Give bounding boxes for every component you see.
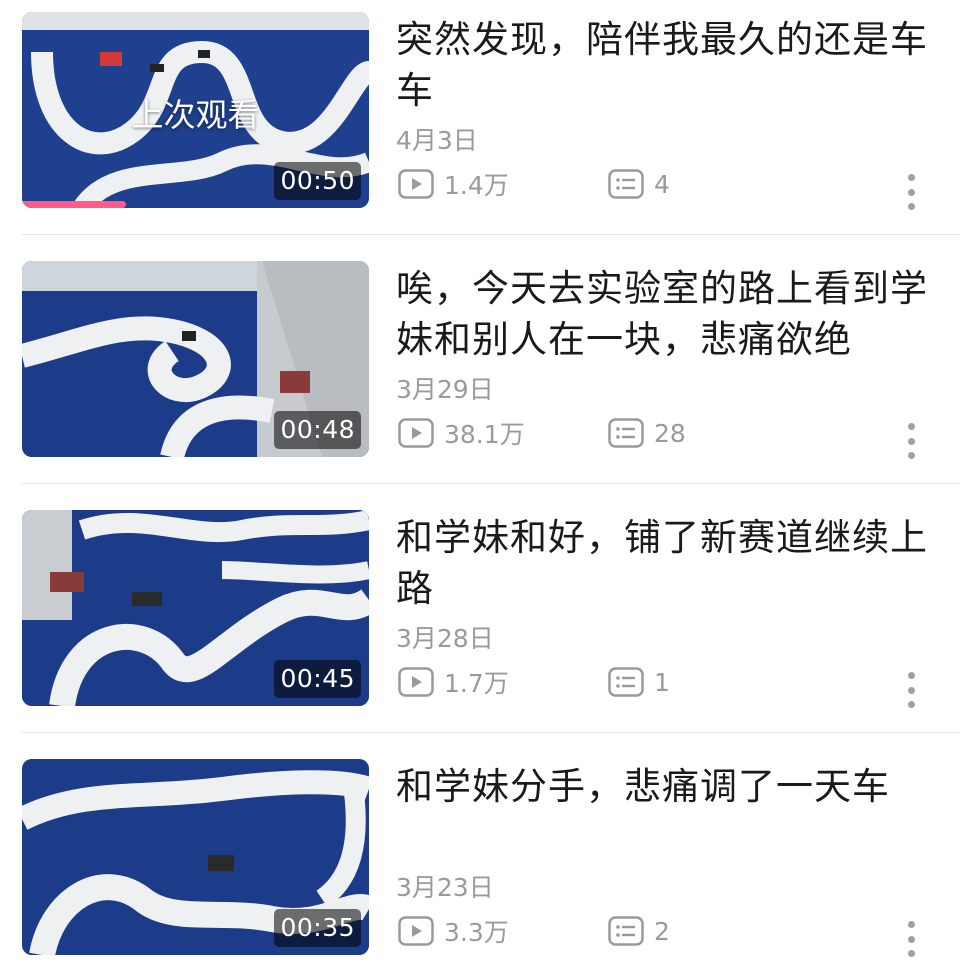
comment-icon xyxy=(608,916,644,946)
more-vertical-icon[interactable] xyxy=(897,921,925,957)
video-thumbnail[interactable]: 00:48 xyxy=(22,261,369,457)
video-thumbnail[interactable]: 00:35 xyxy=(22,759,369,955)
video-duration: 00:48 xyxy=(274,411,361,449)
view-count-value: 3.3万 xyxy=(444,918,509,947)
video-title[interactable]: 和学妹分手，悲痛调了一天车 xyxy=(396,761,936,812)
play-icon xyxy=(398,169,434,199)
comment-count: 28 xyxy=(608,415,686,451)
video-thumbnail[interactable]: 上次观看 00:50 xyxy=(22,12,369,208)
video-title[interactable]: 和学妹和好，铺了新赛道继续上 路 xyxy=(396,512,936,614)
view-count-value: 1.7万 xyxy=(444,669,509,698)
view-count: 1.7万 xyxy=(398,664,509,700)
comment-count: 2 xyxy=(608,913,670,949)
watch-progress-bar xyxy=(22,201,127,208)
video-item[interactable]: 00:48 唉，今天去实验室的路上看到学 妹和别人在一块，悲痛欲绝 3月29日 … xyxy=(0,249,960,498)
video-duration: 00:35 xyxy=(274,909,361,947)
video-date: 3月28日 xyxy=(396,624,494,653)
video-item[interactable]: 00:45 和学妹和好，铺了新赛道继续上 路 3月28日 1.7万 1 xyxy=(0,498,960,747)
more-vertical-icon[interactable] xyxy=(897,672,925,708)
video-date: 3月23日 xyxy=(396,873,494,902)
play-icon xyxy=(398,418,434,448)
divider xyxy=(22,234,960,235)
play-icon xyxy=(398,916,434,946)
comment-count-value: 4 xyxy=(654,169,670,199)
view-count-value: 38.1万 xyxy=(444,420,525,449)
comment-icon xyxy=(608,169,644,199)
view-count: 38.1万 xyxy=(398,415,525,451)
comment-icon xyxy=(608,418,644,448)
more-vertical-icon[interactable] xyxy=(897,174,925,210)
video-duration: 00:45 xyxy=(274,660,361,698)
comment-count-value: 1 xyxy=(654,667,670,697)
view-count: 3.3万 xyxy=(398,913,509,949)
video-title[interactable]: 唉，今天去实验室的路上看到学 妹和别人在一块，悲痛欲绝 xyxy=(396,263,936,365)
video-thumbnail[interactable]: 00:45 xyxy=(22,510,369,706)
comment-count: 1 xyxy=(608,664,670,700)
divider xyxy=(22,483,960,484)
comment-count: 4 xyxy=(608,166,670,202)
divider xyxy=(22,732,960,733)
video-item[interactable]: 上次观看 00:50 突然发现，陪伴我最久的还是车 车 4月3日 1.4万 4 xyxy=(0,0,960,249)
video-list: 上次观看 00:50 突然发现，陪伴我最久的还是车 车 4月3日 1.4万 4 xyxy=(0,0,960,972)
comment-count-value: 2 xyxy=(654,916,670,946)
comment-icon xyxy=(608,667,644,697)
video-item[interactable]: 00:35 和学妹分手，悲痛调了一天车 3月23日 3.3万 2 xyxy=(0,747,960,972)
video-date: 4月3日 xyxy=(396,126,478,155)
last-watched-label: 上次观看 xyxy=(131,96,260,134)
video-date: 3月29日 xyxy=(396,375,494,404)
video-duration: 00:50 xyxy=(274,162,361,200)
play-icon xyxy=(398,667,434,697)
comment-count-value: 28 xyxy=(654,418,686,448)
more-vertical-icon[interactable] xyxy=(897,423,925,459)
view-count-value: 1.4万 xyxy=(444,171,509,200)
view-count: 1.4万 xyxy=(398,166,509,202)
video-title[interactable]: 突然发现，陪伴我最久的还是车 车 xyxy=(396,14,936,116)
